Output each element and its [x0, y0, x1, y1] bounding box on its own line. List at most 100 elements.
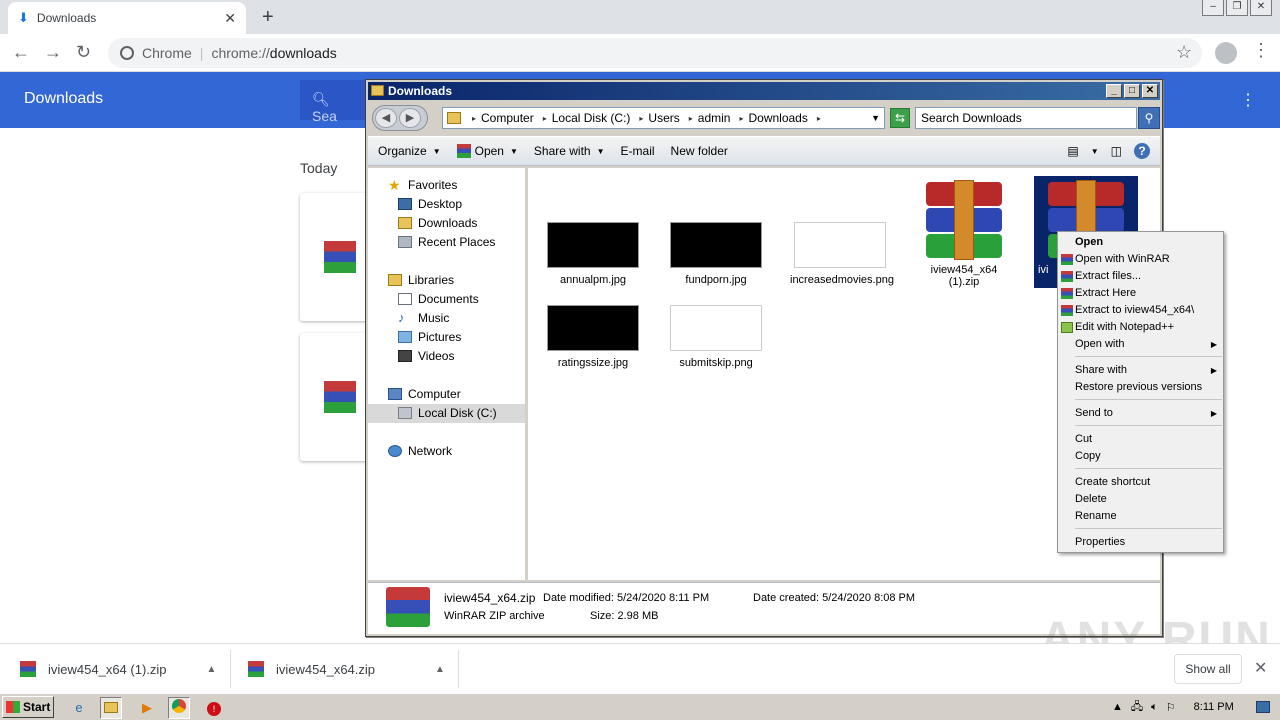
menu-extract-to[interactable]: Extract to iview454_x64\	[1058, 302, 1223, 319]
back-icon[interactable]: ◀	[375, 108, 397, 128]
breadcrumb-downloads[interactable]: Downloads	[748, 111, 807, 125]
show-all-button[interactable]: Show all	[1174, 654, 1242, 684]
menu-copy[interactable]: Copy	[1058, 448, 1223, 465]
ie-icon[interactable]: e	[68, 697, 90, 719]
file-item[interactable]: iview454_x64 (1).zip	[914, 180, 1014, 288]
nav-videos[interactable]: Videos	[398, 349, 454, 363]
nav-documents[interactable]: Documents	[398, 292, 479, 306]
shelf-item[interactable]: iview454_x64 (1).zip ▲	[20, 652, 216, 686]
menu-delete[interactable]: Delete	[1058, 491, 1223, 508]
chevron-down-icon[interactable]: ▼	[510, 147, 518, 156]
maximize-button[interactable]: □	[1124, 84, 1140, 98]
chevron-up-icon[interactable]: ▲	[207, 664, 217, 675]
close-window-button[interactable]: ✕	[1250, 0, 1272, 16]
nav-favorites[interactable]: ★ Favorites	[388, 178, 457, 192]
view-icon[interactable]: ▤	[1067, 144, 1078, 158]
close-icon[interactable]: ✕	[1254, 658, 1267, 678]
menu-create-shortcut[interactable]: Create shortcut	[1058, 474, 1223, 491]
more-options-icon[interactable]: ⋮	[1240, 90, 1256, 110]
bookmark-star-icon[interactable]: ☆	[1176, 42, 1192, 63]
refresh-icon[interactable]: ⇆	[890, 108, 910, 128]
close-button[interactable]: ✕	[1142, 84, 1158, 98]
open-button[interactable]: Open	[456, 144, 504, 159]
volume-icon[interactable]: 🔈︎	[1151, 701, 1158, 714]
search-icon[interactable]: ⚲	[1138, 107, 1160, 129]
back-icon[interactable]: ←	[12, 42, 30, 63]
chevron-down-icon[interactable]: ▼	[1091, 147, 1099, 156]
profile-avatar[interactable]	[1215, 42, 1237, 64]
start-button[interactable]: Start	[2, 696, 54, 718]
file-item[interactable]: submitskip.png	[666, 305, 766, 369]
menu-share-with[interactable]: Share with ▶	[1058, 362, 1223, 379]
menu-extract-here[interactable]: Extract Here	[1058, 285, 1223, 302]
menu-send-to[interactable]: Send to ▶	[1058, 405, 1223, 422]
chevron-right-icon[interactable]: ▸	[639, 114, 643, 123]
menu-rename[interactable]: Rename	[1058, 508, 1223, 525]
email-button[interactable]: E-mail	[621, 144, 655, 158]
breadcrumb-users[interactable]: Users	[648, 111, 679, 125]
close-icon[interactable]: ✕	[224, 10, 236, 27]
chevron-right-icon[interactable]: ▸	[543, 114, 547, 123]
organize-button[interactable]: Organize	[378, 144, 427, 158]
show-desktop-icon[interactable]	[1255, 701, 1270, 713]
chevron-down-icon[interactable]: ▼	[871, 113, 880, 123]
network-tray-icon[interactable]: 🖧	[1131, 698, 1143, 717]
explorer-icon[interactable]	[100, 697, 122, 719]
download-card[interactable]	[300, 193, 370, 321]
reload-icon[interactable]: ↻	[76, 42, 91, 63]
menu-open-with[interactable]: Open with ▶	[1058, 336, 1223, 353]
help-icon[interactable]: ?	[1134, 143, 1150, 159]
file-item[interactable]: annualpm.jpg	[543, 222, 643, 286]
menu-cut[interactable]: Cut	[1058, 431, 1223, 448]
menu-properties[interactable]: Properties	[1058, 534, 1223, 551]
forward-icon[interactable]: ▶	[399, 108, 421, 128]
forward-icon[interactable]: →	[44, 42, 62, 63]
explorer-titlebar[interactable]: Downloads _ □ ✕	[368, 82, 1160, 100]
search-input[interactable]: Search Downloads	[915, 107, 1137, 129]
chrome-icon[interactable]	[168, 697, 190, 719]
chrome-menu-icon[interactable]: ⋮	[1252, 40, 1270, 61]
download-card[interactable]	[300, 333, 370, 461]
nav-downloads[interactable]: Downloads	[398, 216, 477, 230]
chevron-right-icon[interactable]: ▸	[817, 114, 821, 123]
opera-icon[interactable]: !	[203, 697, 225, 719]
nav-pictures[interactable]: Pictures	[398, 330, 461, 344]
menu-edit-notepadpp[interactable]: Edit with Notepad++	[1058, 319, 1223, 336]
file-item[interactable]: fundporn.jpg	[666, 222, 766, 286]
minimize-button[interactable]: –	[1202, 0, 1224, 16]
menu-open[interactable]: Open	[1058, 234, 1223, 251]
nav-local-disk[interactable]: Local Disk (C:)	[398, 406, 497, 420]
menu-restore-versions[interactable]: Restore previous versions	[1058, 379, 1223, 396]
new-tab-button[interactable]: +	[262, 6, 274, 29]
downloads-search[interactable]: 🔍︎ Sea	[300, 80, 370, 124]
nav-music[interactable]: ♪ Music	[398, 311, 449, 325]
breadcrumb-computer[interactable]: Computer	[481, 111, 534, 125]
shelf-item[interactable]: iview454_x64.zip ▲	[248, 652, 445, 686]
nav-libraries[interactable]: Libraries	[388, 273, 454, 287]
show-hidden-icons-icon[interactable]: ▲	[1112, 701, 1123, 713]
menu-extract-files[interactable]: Extract files...	[1058, 268, 1223, 285]
new-folder-button[interactable]: New folder	[671, 144, 728, 158]
preview-pane-icon[interactable]: ◫	[1111, 144, 1122, 158]
nav-computer[interactable]: Computer	[388, 387, 461, 401]
chevron-right-icon[interactable]: ▸	[689, 114, 693, 123]
nav-recent-places[interactable]: Recent Places	[398, 235, 495, 249]
breadcrumb-local-disk[interactable]: Local Disk (C:)	[552, 111, 631, 125]
clock[interactable]: 8:11 PM	[1194, 701, 1234, 713]
address-bar[interactable]: Chrome | chrome://downloads	[108, 38, 1202, 68]
restore-button[interactable]: ❐	[1226, 0, 1248, 16]
breadcrumb-admin[interactable]: admin	[698, 111, 731, 125]
chevron-up-icon[interactable]: ▲	[435, 664, 445, 675]
nav-desktop[interactable]: Desktop	[398, 197, 462, 211]
chevron-right-icon[interactable]: ▸	[739, 114, 743, 123]
tab-downloads[interactable]: ⬇ Downloads ✕	[8, 2, 246, 34]
chevron-down-icon[interactable]: ▼	[433, 147, 441, 156]
file-item[interactable]: increasedmovies.png	[790, 222, 894, 286]
media-player-icon[interactable]: ▶	[136, 697, 158, 719]
file-item[interactable]: ratingssize.jpg	[543, 305, 643, 369]
action-center-flag-icon[interactable]: ⚐	[1166, 701, 1176, 714]
nav-network[interactable]: Network	[388, 444, 452, 458]
chevron-down-icon[interactable]: ▼	[597, 147, 605, 156]
minimize-button[interactable]: _	[1106, 84, 1122, 98]
share-with-button[interactable]: Share with	[534, 144, 591, 158]
